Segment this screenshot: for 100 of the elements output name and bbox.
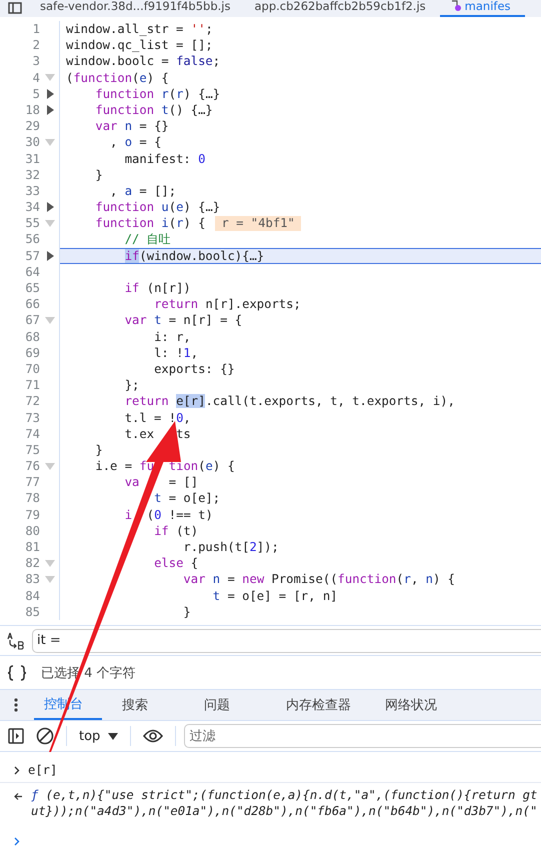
line-number: 1 — [32, 21, 40, 38]
code-line: t.l = !0, — [124, 410, 191, 426]
line-number: 76 — [24, 458, 40, 474]
line-number: 66 — [24, 296, 40, 312]
code-line: } — [94, 166, 103, 183]
code-line: (function(e) { — [66, 70, 169, 86]
line-number: 70 — [24, 360, 40, 378]
code-line: function t() {…} — [94, 102, 213, 118]
line-number: 64 — [24, 264, 40, 280]
code-line: function r(r) {…} — [94, 86, 220, 102]
line-number: 77 — [24, 474, 40, 490]
line-number: 84 — [24, 588, 40, 604]
line-number: 80 — [24, 522, 40, 539]
code-line: va = [] — [124, 474, 198, 490]
sidebar-icon[interactable] — [8, 728, 24, 744]
drawer-tab[interactable]: 搜索 — [104, 690, 184, 720]
line-number: 72 — [24, 393, 40, 410]
caret-right-icon[interactable] — [46, 105, 54, 116]
drawer-tab[interactable]: 网络状况 — [367, 690, 451, 720]
eye-icon[interactable] — [143, 729, 164, 743]
line-number: 57 — [24, 248, 40, 264]
line-number: 67 — [24, 312, 40, 329]
file-tab[interactable]: safe-vendor.38d...f9191f4b5bb.js — [30, 0, 244, 17]
caret-down-icon — [108, 732, 118, 740]
line-number: 2 — [32, 37, 40, 54]
filter-field[interactable]: 过滤 — [184, 724, 541, 748]
code-line: i (0 !== t) — [124, 506, 213, 523]
file-tab[interactable]: manifes — [440, 0, 525, 17]
line-number: 78 — [24, 490, 40, 507]
code-line: function u(e) {…} — [94, 199, 220, 216]
line-number: 82 — [24, 555, 40, 572]
code-line: } — [182, 604, 191, 620]
line-number: 32 — [24, 166, 40, 183]
line-number: 33 — [24, 182, 40, 200]
line-number: 34 — [24, 199, 40, 216]
code-line: }; — [124, 377, 140, 394]
console-result: ut}));n("a4d3"),n("e01a"),n("d28b"),n("fb6a"),n("b64b"),n("d3b7"),n(" — [31, 803, 538, 819]
line-number: 74 — [24, 426, 40, 442]
line-number: 31 — [24, 150, 40, 167]
code-line: var n = {} — [94, 118, 169, 134]
line-number: 56 — [24, 231, 40, 248]
code-line: var n = new Promise((function(r, n) { — [182, 571, 455, 588]
line-number: 65 — [24, 280, 40, 296]
code-line: return n[r].exports; — [153, 296, 301, 312]
return-arrow-icon — [14, 792, 23, 801]
more-icon[interactable] — [14, 698, 18, 712]
line-number: 79 — [24, 506, 40, 523]
line-number: 81 — [24, 539, 40, 556]
context-dropdown[interactable]: top — [79, 728, 118, 744]
code-line: manifest: 0 — [124, 150, 206, 167]
prompt-icon[interactable] — [14, 836, 20, 846]
code-line: r.push(t[2]); — [182, 539, 279, 556]
code-line: else { — [153, 555, 198, 572]
code-line: var t = n[r] = { — [124, 312, 242, 329]
code-line: } — [94, 442, 103, 458]
caret-right-icon[interactable] — [46, 202, 54, 212]
code-line: function i(r) { — [94, 215, 206, 232]
code-line: if (t) — [153, 522, 198, 540]
console-command: e[r] — [28, 762, 58, 778]
line-number: 83 — [24, 571, 40, 588]
inline-value: r = "4bf1" — [215, 216, 301, 231]
code-line: return e[r].call(t.exports, t, t.exports, i), — [124, 393, 455, 410]
file-icon — [450, 0, 462, 12]
code-line: window.qc_list = []; — [66, 37, 213, 54]
chevron-right-icon — [14, 766, 20, 774]
code-line: , o = { — [109, 134, 162, 151]
drawer-tab[interactable]: 问题 — [186, 690, 266, 720]
line-number: 4 — [32, 70, 40, 86]
pretty-print-icon[interactable] — [7, 664, 27, 680]
file-tab[interactable]: app.cb262baffcb2b59cb1f2.js — [244, 0, 440, 17]
code-line: i.e = fu tion(e) { — [94, 458, 235, 474]
line-number: 30 — [24, 134, 40, 150]
code-line: if (n[r]) — [124, 280, 191, 296]
code-line: exports: {} — [153, 360, 235, 378]
code-line: l: !1, — [153, 344, 198, 361]
line-number: 3 — [32, 53, 40, 70]
code-line: t = o[e] = [r, n] — [212, 588, 338, 604]
line-number: 55 — [24, 215, 40, 232]
code-line: window.boolc = false; — [66, 53, 220, 70]
code-line: // 自吐 — [124, 231, 171, 248]
drawer-tab[interactable]: 内存检查器 — [268, 690, 365, 720]
clear-console-icon[interactable] — [36, 727, 54, 745]
console-result: ƒ (e,t,n){"use strict";(function(e,a){n.d(t,"a",(function(){return gt — [31, 787, 538, 803]
code-line: if(window.boolc){…} — [124, 248, 264, 264]
line-number: 71 — [24, 377, 40, 394]
selection-status: 已选择 4 个字符 — [41, 664, 136, 682]
line-number: 29 — [24, 118, 40, 134]
search-field[interactable]: it = — [32, 628, 541, 652]
code-line: , a = []; — [109, 182, 176, 200]
caret-right-icon[interactable] — [46, 250, 54, 261]
line-number: 5 — [32, 86, 40, 102]
caret-right-icon[interactable] — [46, 88, 54, 99]
line-number: 18 — [24, 102, 40, 118]
line-number: 75 — [24, 442, 40, 458]
line-number: 85 — [24, 604, 40, 620]
line-number: 73 — [24, 410, 40, 426]
line-number: 69 — [24, 344, 40, 361]
line-number: 68 — [24, 328, 40, 345]
code-line: i: r, — [153, 328, 191, 345]
replace-icon[interactable] — [6, 630, 26, 650]
